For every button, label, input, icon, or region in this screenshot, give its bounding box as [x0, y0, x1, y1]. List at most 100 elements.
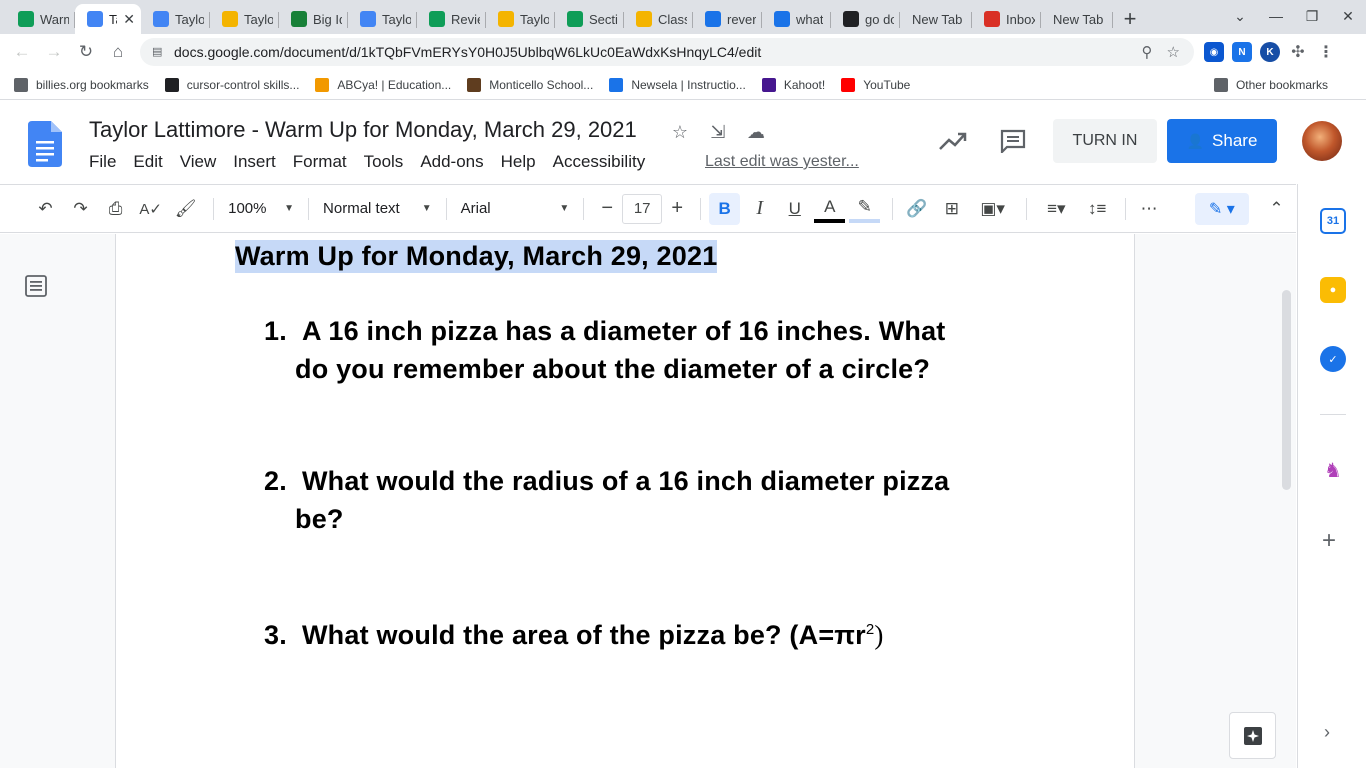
zoom-dropdown[interactable]: 100% ▼ [222, 194, 300, 224]
add-comment-icon[interactable]: ⊞ [936, 193, 967, 225]
browser-tab[interactable]: Revie [417, 4, 486, 34]
last-edit-link[interactable]: Last edit was yester... [705, 153, 859, 171]
document-outline-icon[interactable] [25, 275, 47, 297]
bold-button[interactable]: B [709, 192, 741, 225]
avatar[interactable] [1302, 121, 1342, 161]
forward-icon[interactable]: → [38, 36, 70, 68]
keep-icon[interactable]: ● [1320, 277, 1346, 303]
menu-item-help[interactable]: Help [501, 152, 536, 172]
menu-item-edit[interactable]: Edit [133, 152, 162, 172]
bookmark-item[interactable]: YouTube [841, 77, 910, 92]
document-heading[interactable]: Warm Up for Monday, March 29, 2021 [235, 240, 718, 273]
align-left-icon[interactable]: ≡▾ [1035, 193, 1078, 225]
increase-font-size-button[interactable]: + [662, 194, 692, 224]
bookmark-item[interactable]: ABCya! | Education... [315, 77, 451, 92]
paint-format-icon[interactable]: 🖌 [170, 193, 201, 225]
browser-tab[interactable]: Sectio [555, 4, 624, 34]
bookmark-item[interactable]: billies.org bookmarks [14, 77, 149, 92]
question-3[interactable]: 3. What would the area of the pizza be? (… [264, 611, 884, 654]
share-button[interactable]: 👤 Share [1167, 119, 1277, 163]
browser-tab[interactable]: Taylor [141, 4, 210, 34]
new-tab-button[interactable]: + [1113, 4, 1147, 34]
extension-k-icon[interactable]: K [1260, 42, 1280, 62]
reload-icon[interactable]: ↻ [70, 36, 102, 68]
extension-new-icon[interactable]: N [1232, 42, 1252, 62]
decrease-font-size-button[interactable]: − [592, 194, 622, 224]
browser-tab[interactable]: New Tab [1041, 4, 1113, 34]
minimize-button[interactable]: — [1258, 8, 1294, 24]
menu-item-add-ons[interactable]: Add-ons [420, 152, 483, 172]
tasks-icon[interactable]: ✓ [1320, 346, 1346, 372]
browser-tab[interactable]: Big Id [279, 4, 348, 34]
explore-button[interactable] [1229, 712, 1276, 759]
font-dropdown[interactable]: Arial ▼ [455, 194, 576, 224]
spellcheck-icon[interactable]: A✓ [135, 193, 166, 225]
star-icon[interactable]: ☆ [668, 120, 692, 144]
docs-logo-icon[interactable] [28, 121, 62, 167]
back-icon[interactable]: ← [6, 36, 38, 68]
underline-button[interactable]: U [779, 193, 810, 225]
zoom-icon[interactable]: ⚲ [1142, 43, 1153, 61]
editing-mode-button[interactable]: ✎ ▾ [1194, 192, 1249, 225]
unicorn-addon-icon[interactable]: ♞ [1320, 457, 1346, 483]
hide-menus-chevron-up-icon[interactable]: ⌃ [1261, 193, 1292, 225]
browser-tab[interactable]: Warm [6, 4, 75, 34]
get-addons-plus-icon[interactable]: + [1322, 527, 1336, 555]
italic-button[interactable]: I [744, 193, 775, 225]
bookmark-star-icon[interactable]: ☆ [1167, 43, 1180, 61]
tab-search-icon[interactable]: ⌄ [1222, 8, 1258, 25]
menu-item-tools[interactable]: Tools [364, 152, 404, 172]
menu-item-format[interactable]: Format [293, 152, 347, 172]
activity-trend-icon[interactable] [933, 121, 973, 161]
browser-tab[interactable]: Ta ✕ [75, 4, 141, 34]
browser-tab[interactable]: Inbox [972, 4, 1041, 34]
text-color-button[interactable]: A [814, 195, 846, 223]
chrome-menu-icon[interactable]: ⋮ [1316, 42, 1336, 62]
vertical-scrollbar[interactable] [1282, 290, 1291, 490]
calendar-icon[interactable]: 31 [1320, 208, 1346, 234]
home-icon[interactable]: ⌂ [102, 36, 134, 68]
menu-item-view[interactable]: View [180, 152, 217, 172]
bookmark-item[interactable]: cursor-control skills... [164, 77, 299, 92]
redo-icon[interactable]: ↷ [65, 193, 96, 225]
cloud-status-icon[interactable]: ☁ [744, 120, 768, 144]
browser-tab[interactable]: revers [693, 4, 762, 34]
close-window-button[interactable]: ✕ [1330, 8, 1366, 25]
extensions-puzzle-icon[interactable]: ✣ [1288, 42, 1308, 62]
question-1[interactable]: 1. A 16 inch pizza has a diameter of 16 i… [264, 312, 945, 388]
insert-link-icon[interactable]: 🔗 [901, 193, 932, 225]
bookmark-item[interactable]: Newsela | Instructio... [609, 77, 746, 92]
bookmark-item[interactable]: Kahoot! [761, 77, 825, 92]
browser-tab[interactable]: what [762, 4, 831, 34]
highlight-color-icon[interactable]: ✎ [849, 195, 881, 223]
bookmark-item[interactable]: Monticello School... [467, 77, 593, 92]
menu-item-file[interactable]: File [89, 152, 116, 172]
browser-tab[interactable]: New Tab [900, 4, 972, 34]
font-size-input[interactable]: 17 [622, 193, 663, 224]
close-tab-icon[interactable]: ✕ [123, 11, 135, 28]
more-options-icon[interactable]: ⋯ [1134, 193, 1165, 225]
menu-item-accessibility[interactable]: Accessibility [553, 152, 646, 172]
insert-image-icon[interactable]: ▣▾ [971, 193, 1014, 225]
undo-icon[interactable]: ↶ [30, 193, 61, 225]
menu-item-insert[interactable]: Insert [233, 152, 276, 172]
browser-tab[interactable]: Taylor [210, 4, 279, 34]
address-bar[interactable]: ▤ docs.google.com/document/d/1kTQbFVmERY… [140, 38, 1194, 66]
browser-tab[interactable]: Class [624, 4, 693, 34]
browser-tab[interactable]: Taylor [348, 4, 417, 34]
browser-tab[interactable]: go do [831, 4, 900, 34]
other-bookmarks[interactable]: Other bookmarks [1213, 77, 1328, 92]
question-2[interactable]: 2. What would the radius of a 16 inch dia… [264, 462, 949, 538]
site-info-icon[interactable]: ▤ [152, 45, 166, 59]
paragraph-style-dropdown[interactable]: Normal text ▼ [317, 194, 438, 224]
turn-in-button[interactable]: TURN IN [1053, 119, 1157, 163]
print-icon[interactable]: ⎙ [100, 193, 131, 225]
line-spacing-icon[interactable]: ↕≡ [1082, 193, 1113, 225]
extension-globe-icon[interactable]: ◉ [1204, 42, 1224, 62]
document-title[interactable]: Taylor Lattimore - Warm Up for Monday, M… [89, 117, 637, 143]
restore-button[interactable]: ❐ [1294, 8, 1330, 25]
expand-chevron-right-icon[interactable]: › [1324, 722, 1330, 743]
move-folder-icon[interactable]: ⇲ [706, 120, 730, 144]
browser-tab[interactable]: Taylor [486, 4, 555, 34]
comments-icon[interactable] [993, 121, 1033, 161]
